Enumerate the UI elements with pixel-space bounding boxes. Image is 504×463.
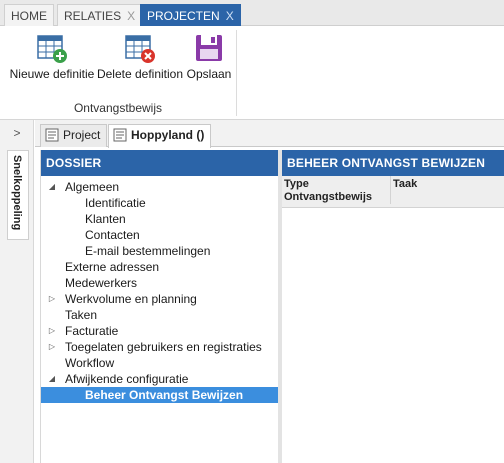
tree-item-taken[interactable]: Taken: [41, 307, 278, 323]
ribbon: Nieuwe definitie Delete definition Opsla…: [0, 26, 504, 120]
table-add-icon: [37, 35, 67, 63]
tree-item-label: Algemeen: [65, 180, 120, 194]
tab-projecten[interactable]: PROJECTEN X: [140, 4, 241, 26]
expanded-triangle-icon[interactable]: ◢: [47, 371, 57, 387]
tree-item-label: Externe adressen: [65, 260, 160, 274]
document-icon: [113, 128, 127, 142]
snelkoppeling-tab[interactable]: Snelkoppeling: [7, 150, 29, 240]
tree-item-workflow[interactable]: Workflow: [41, 355, 278, 371]
dossier-title: DOSSIER: [41, 150, 278, 176]
new-definition-label: Nieuwe definitie: [9, 67, 95, 81]
dossier-panel: DOSSIER ◢ Algemeen Identificatie Klanten…: [40, 150, 278, 463]
tree-item-label: Toegelaten gebruikers en registraties: [65, 340, 262, 354]
dossier-tree: ◢ Algemeen Identificatie Klanten Contact…: [41, 176, 278, 403]
tab-home-label: HOME: [11, 9, 47, 23]
expanded-triangle-icon[interactable]: ◢: [47, 179, 57, 195]
tree-item-facturatie[interactable]: ▷ Facturatie: [41, 323, 278, 339]
snelkoppeling-label: Snelkoppeling: [11, 155, 23, 231]
save-icon: [196, 35, 222, 61]
tree-item-beheer-ontvangst-bewijzen[interactable]: Beheer Ontvangst Bewijzen: [41, 387, 278, 403]
tree-item-email-bestemmelingen[interactable]: E-mail bestemmelingen: [41, 243, 278, 259]
collapsed-triangle-icon[interactable]: ▷: [47, 323, 57, 339]
tree-item-label: Identificatie: [85, 196, 146, 210]
top-tab-bar: HOME RELATIES X PROJECTEN X: [0, 0, 504, 26]
tree-item-afwijkende-configuratie[interactable]: ◢ Afwijkende configuratie: [41, 371, 278, 387]
close-icon[interactable]: X: [226, 9, 234, 23]
tree-item-label: Workflow: [65, 356, 115, 370]
tree-item-toegelaten-gebruikers[interactable]: ▷ Toegelaten gebruikers en registraties: [41, 339, 278, 355]
tab-project[interactable]: Project: [40, 124, 108, 147]
tree-item-label: Afwijkende configuratie: [65, 372, 189, 386]
column-header-taak[interactable]: Taak: [390, 176, 500, 204]
tab-hoppyland[interactable]: Hoppyland (): [108, 124, 212, 148]
document-icon: [45, 128, 59, 142]
delete-definition-button[interactable]: Delete definition: [95, 32, 185, 81]
tab-relaties-label: RELATIES: [64, 9, 122, 23]
save-button[interactable]: Opslaan: [185, 32, 233, 81]
table-delete-icon: [125, 35, 155, 63]
collapsed-triangle-icon[interactable]: ▷: [47, 339, 57, 355]
tree-item-contacten[interactable]: Contacten: [41, 227, 278, 243]
ribbon-separator: [236, 30, 237, 116]
tree-item-label: Facturatie: [65, 324, 119, 338]
tree-item-identificatie[interactable]: Identificatie: [41, 195, 278, 211]
expand-sidebar-button[interactable]: >: [0, 126, 34, 140]
tab-relaties[interactable]: RELATIES X: [57, 4, 143, 26]
tree-item-klanten[interactable]: Klanten: [41, 211, 278, 227]
tab-projecten-label: PROJECTEN: [147, 9, 220, 23]
tree-item-algemeen[interactable]: ◢ Algemeen: [41, 179, 278, 195]
new-definition-button[interactable]: Nieuwe definitie: [9, 32, 95, 81]
tree-item-label: Beheer Ontvangst Bewijzen: [85, 388, 244, 402]
beheer-panel: BEHEER ONTVANGST BEWIJZEN Type Ontvangst…: [282, 150, 504, 463]
tree-item-label: E-mail bestemmelingen: [85, 244, 211, 258]
tree-item-label: Werkvolume en planning: [65, 292, 197, 306]
beheer-title: BEHEER ONTVANGST BEWIJZEN: [282, 150, 504, 176]
close-icon[interactable]: X: [127, 9, 135, 23]
collapsed-triangle-icon[interactable]: ▷: [47, 291, 57, 307]
tab-hoppyland-label: Hoppyland (): [131, 128, 205, 142]
save-label: Opslaan: [186, 67, 232, 81]
tab-home[interactable]: HOME: [4, 4, 54, 26]
tree-item-label: Contacten: [85, 228, 140, 242]
tree-item-werkvolume[interactable]: ▷ Werkvolume en planning: [41, 291, 278, 307]
tab-project-label: Project: [63, 128, 101, 142]
grid-header: Type Ontvangstbewijs Taak: [282, 176, 504, 208]
tree-item-medewerkers[interactable]: Medewerkers: [41, 275, 278, 291]
tree-item-label: Medewerkers: [65, 276, 138, 290]
column-header-type[interactable]: Type Ontvangstbewijs: [284, 178, 388, 204]
left-sidebar: > Snelkoppeling: [0, 120, 34, 463]
tree-item-label: Klanten: [85, 212, 126, 226]
document-tab-bar: Project Hoppyland (): [35, 120, 504, 148]
tree-item-externe-adressen[interactable]: Externe adressen: [41, 259, 278, 275]
ribbon-group-label: Ontvangstbewijs: [73, 101, 163, 115]
tree-item-label: Taken: [65, 308, 98, 322]
delete-definition-label: Delete definition: [96, 67, 184, 81]
